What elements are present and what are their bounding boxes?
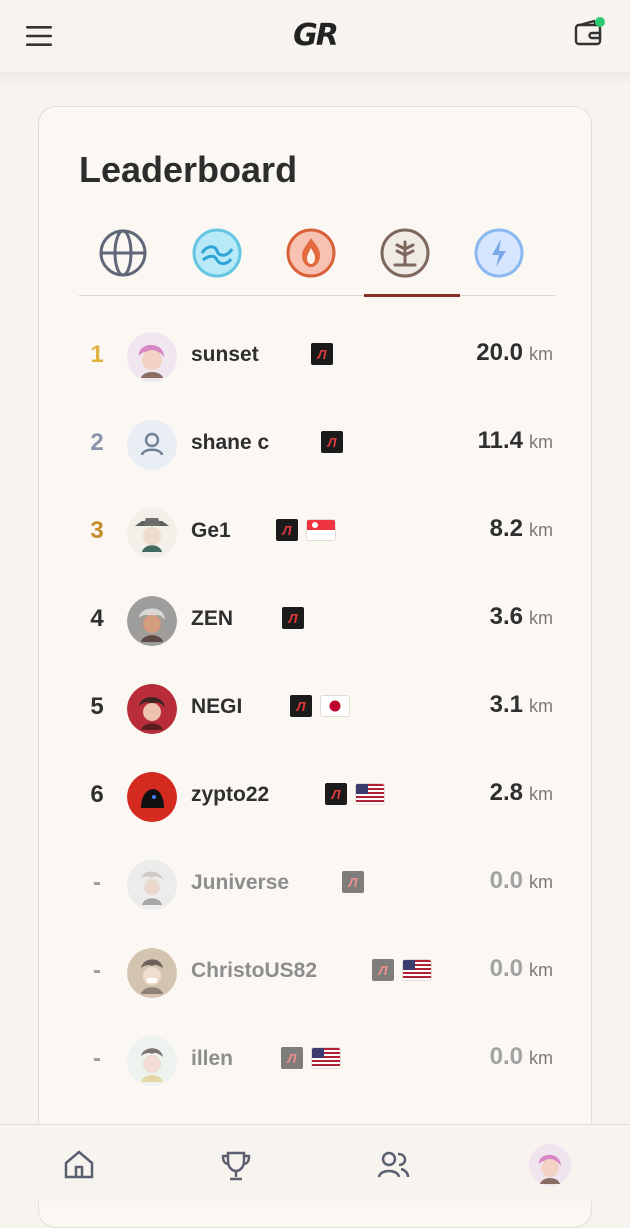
rank-number: 3 bbox=[90, 517, 104, 544]
singapore-flag-icon bbox=[306, 519, 336, 541]
username: Juniverse bbox=[191, 871, 290, 894]
badges: Л bbox=[290, 695, 350, 717]
distance: 8.2 km bbox=[489, 515, 553, 542]
user-avatar bbox=[127, 1036, 177, 1086]
trophy-icon[interactable] bbox=[214, 1143, 258, 1187]
badges: Л bbox=[342, 871, 364, 893]
distance: 3.1 km bbox=[489, 691, 553, 718]
rank-placeholder: - bbox=[93, 869, 101, 896]
username: illen bbox=[191, 1047, 234, 1070]
user-avatar bbox=[127, 948, 177, 998]
leaderboard-card: Leaderboard 1 sunset Л 20.0 km 2 shane c… bbox=[38, 106, 592, 1228]
brand-badge: Л bbox=[372, 959, 394, 981]
brand-badge: Л bbox=[311, 343, 333, 365]
tab-lightning[interactable] bbox=[469, 223, 529, 283]
tab-fire[interactable] bbox=[281, 223, 341, 283]
badges: Л bbox=[282, 607, 304, 629]
username: sunset bbox=[191, 343, 259, 366]
user-avatar bbox=[127, 772, 177, 822]
tab-water[interactable] bbox=[187, 223, 247, 283]
username: ZEN bbox=[191, 607, 233, 630]
username: shane c bbox=[191, 431, 270, 454]
tab-nature[interactable] bbox=[375, 223, 435, 283]
table-row[interactable]: - Juniverse Л 0.0 km bbox=[39, 841, 591, 929]
brand-badge: Л bbox=[321, 431, 343, 453]
distance: 11.4 km bbox=[477, 427, 553, 454]
table-row[interactable]: - illen Л 0.0 km bbox=[39, 1017, 591, 1105]
rank-number: 4 bbox=[90, 605, 104, 632]
united-states-flag-icon bbox=[402, 959, 432, 981]
bottom-navigation bbox=[0, 1124, 630, 1201]
rank-number: 5 bbox=[90, 693, 104, 720]
table-row[interactable]: 5 NEGI Л 3.1 km bbox=[39, 665, 591, 753]
rank-number: 2 bbox=[90, 429, 104, 456]
wave-icon bbox=[192, 228, 242, 278]
badges: Л bbox=[311, 343, 333, 365]
distance: 2.8 km bbox=[489, 779, 553, 806]
distance: 0.0 km bbox=[489, 955, 553, 982]
lightning-icon bbox=[474, 228, 524, 278]
table-row[interactable]: 2 shane c Л 11.4 km bbox=[39, 401, 591, 489]
user-avatar bbox=[127, 860, 177, 910]
tab-globe[interactable] bbox=[93, 223, 153, 283]
username: ChristoUS82 bbox=[191, 959, 318, 982]
profile-avatar[interactable] bbox=[528, 1143, 572, 1187]
table-row[interactable]: 4 ZEN Л 3.6 km bbox=[39, 577, 591, 665]
distance: 3.6 km bbox=[489, 603, 553, 630]
home-icon[interactable] bbox=[57, 1143, 101, 1187]
brand-badge: Л bbox=[290, 695, 312, 717]
username: Ge1 bbox=[191, 519, 231, 542]
selected-tab-indicator bbox=[364, 294, 460, 297]
tree-icon bbox=[380, 228, 430, 278]
brand-badge: Л bbox=[325, 783, 347, 805]
username: zypto22 bbox=[191, 783, 270, 806]
rank-number: 6 bbox=[90, 781, 104, 808]
user-avatar bbox=[127, 596, 177, 646]
rank-number: 1 bbox=[90, 341, 104, 368]
friends-icon[interactable] bbox=[371, 1143, 415, 1187]
united-states-flag-icon bbox=[355, 783, 385, 805]
table-row[interactable]: 1 sunset Л 20.0 km bbox=[39, 313, 591, 401]
menu-icon[interactable] bbox=[26, 24, 56, 48]
distance: 0.0 km bbox=[489, 867, 553, 894]
leaderboard-tabs bbox=[79, 223, 555, 297]
japan-flag-icon bbox=[320, 695, 350, 717]
username: NEGI bbox=[191, 695, 243, 718]
leaderboard-title: Leaderboard bbox=[79, 149, 298, 190]
badges: Л bbox=[372, 959, 432, 981]
badges: Л bbox=[276, 519, 336, 541]
table-row[interactable]: 3 Ge1 Л 8.2 km bbox=[39, 489, 591, 577]
table-row[interactable]: - ChristoUS82 Л 0.0 km bbox=[39, 929, 591, 1017]
user-avatar bbox=[127, 684, 177, 734]
wallet-icon[interactable] bbox=[572, 16, 608, 52]
brand-badge: Л bbox=[282, 607, 304, 629]
gr-logo: GR bbox=[293, 18, 339, 53]
rank-placeholder: - bbox=[93, 1045, 101, 1072]
brand-badge: Л bbox=[276, 519, 298, 541]
rank-placeholder: - bbox=[93, 957, 101, 984]
flame-icon bbox=[286, 228, 336, 278]
table-row[interactable]: 6 zypto22 Л 2.8 km bbox=[39, 753, 591, 841]
united-states-flag-icon bbox=[311, 1047, 341, 1069]
brand-badge: Л bbox=[342, 871, 364, 893]
user-avatar bbox=[127, 508, 177, 558]
globe-icon bbox=[99, 229, 147, 277]
top-bar: GR bbox=[0, 0, 630, 86]
badges: Л bbox=[325, 783, 385, 805]
distance: 0.0 km bbox=[489, 1043, 553, 1070]
leaderboard-list: 1 sunset Л 20.0 km 2 shane c Л 11.4 km 3… bbox=[39, 313, 591, 1105]
brand-badge: Л bbox=[281, 1047, 303, 1069]
badges: Л bbox=[321, 431, 343, 453]
badges: Л bbox=[281, 1047, 341, 1069]
user-avatar bbox=[127, 332, 177, 382]
default-avatar-icon bbox=[127, 420, 177, 470]
distance: 20.0 km bbox=[476, 339, 553, 366]
